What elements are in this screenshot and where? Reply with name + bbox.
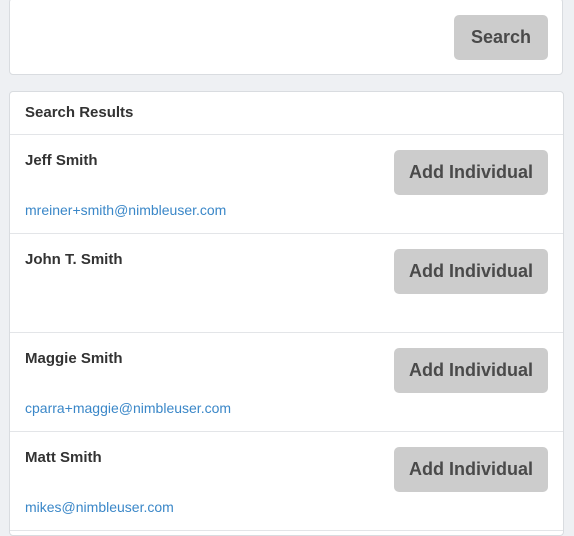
add-individual-button[interactable]: Add Individual (394, 447, 548, 492)
search-button[interactable]: Search (454, 15, 548, 60)
search-results-heading: Search Results (10, 92, 563, 135)
search-results-panel: Search Results Jeff Smith Add Individual… (9, 91, 564, 536)
search-panel: Search (9, 0, 563, 75)
result-email-link[interactable]: mreiner+smith@nimbleuser.com (25, 202, 226, 218)
result-name: John T. Smith (25, 251, 123, 268)
result-row: Matt Smith Add Individual mikes@nimbleus… (10, 432, 563, 531)
result-name: Maggie Smith (25, 350, 123, 367)
result-name: Jeff Smith (25, 152, 98, 169)
add-individual-button[interactable]: Add Individual (394, 150, 548, 195)
add-individual-button[interactable]: Add Individual (394, 348, 548, 393)
result-row: John T. Smith Add Individual (10, 234, 563, 333)
add-individual-button[interactable]: Add Individual (394, 249, 548, 294)
result-email-link[interactable]: mikes@nimbleuser.com (25, 499, 174, 515)
result-row: Maggie Smith Add Individual cparra+maggi… (10, 333, 563, 432)
result-row: Jeff Smith Add Individual mreiner+smith@… (10, 135, 563, 234)
result-email-link[interactable]: cparra+maggie@nimbleuser.com (25, 400, 231, 416)
result-name: Matt Smith (25, 449, 102, 466)
